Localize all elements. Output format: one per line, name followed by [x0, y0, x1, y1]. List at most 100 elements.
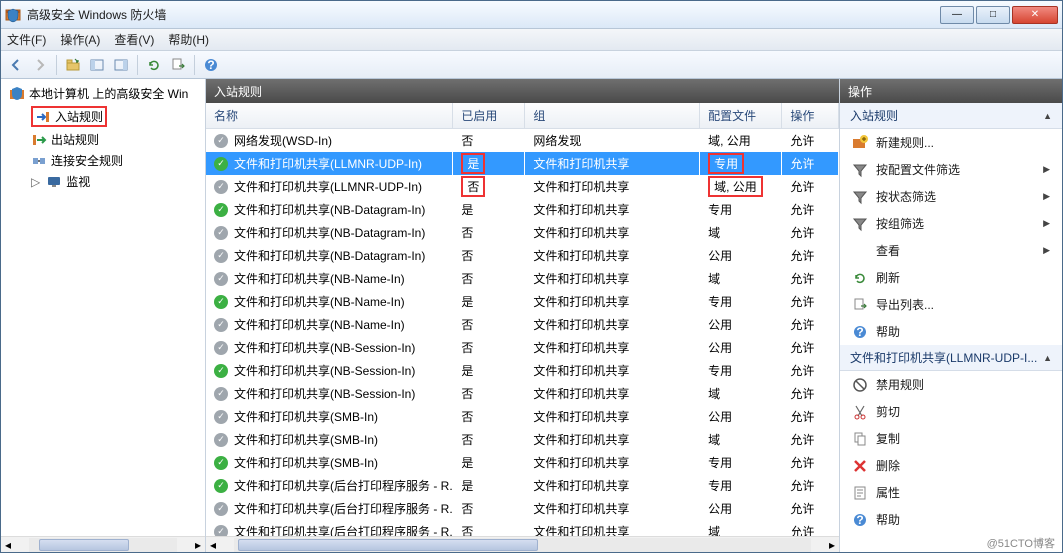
action-help[interactable]: ?帮助 [840, 318, 1062, 345]
col-profile[interactable]: 配置文件 [700, 103, 782, 129]
rule-name: 文件和打印机共享(后台打印程序服务 - R... [234, 500, 453, 517]
monitor-icon [46, 174, 62, 190]
rule-enabled: 否 [453, 175, 525, 198]
menu-action[interactable]: 操作(A) [60, 31, 100, 48]
table-row[interactable]: 文件和打印机共享(SMB-In)否文件和打印机共享域允许 [206, 428, 839, 451]
rule-action: 允许 [782, 474, 839, 497]
rule-status-icon [214, 341, 228, 355]
action-refresh[interactable]: 刷新 [840, 264, 1062, 291]
rule-name: 文件和打印机共享(后台打印程序服务 - R... [234, 477, 453, 494]
expand-icon[interactable]: ▷ [31, 175, 40, 189]
col-group[interactable]: 组 [525, 103, 700, 129]
tree-scrollbar[interactable]: ◂▸ [1, 536, 205, 552]
rule-enabled: 是 [453, 451, 525, 474]
action-export[interactable]: 导出列表... [840, 291, 1062, 318]
forward-button[interactable] [29, 54, 51, 76]
action-cut[interactable]: 剪切 [840, 398, 1062, 425]
rule-name: 文件和打印机共享(SMB-In) [234, 408, 378, 425]
rule-name: 文件和打印机共享(NB-Session-In) [234, 339, 415, 356]
table-row[interactable]: 文件和打印机共享(后台打印程序服务 - R...是文件和打印机共享专用允许 [206, 474, 839, 497]
table-row[interactable]: 文件和打印机共享(NB-Datagram-In)否文件和打印机共享域允许 [206, 221, 839, 244]
action-view[interactable]: 查看▶ [840, 237, 1062, 264]
col-name[interactable]: 名称 [206, 103, 453, 129]
tree-inbound[interactable]: 入站规则 [3, 104, 203, 129]
action-filter-state[interactable]: 按状态筛选▶ [840, 183, 1062, 210]
rule-enabled: 否 [453, 129, 525, 153]
actions-pane: 操作 入站规则▲ 新建规则... 按配置文件筛选▶ 按状态筛选▶ 按组筛选▶ 查… [840, 79, 1062, 552]
close-button[interactable]: ✕ [1012, 6, 1058, 24]
rule-group: 文件和打印机共享 [525, 221, 700, 244]
tree-monitor[interactable]: ▷ 监视 [3, 171, 203, 192]
rule-group: 文件和打印机共享 [525, 313, 700, 336]
actions-section-rule: 文件和打印机共享(LLMNR-UDP-I...▲ [840, 345, 1062, 371]
rule-name: 文件和打印机共享(后台打印程序服务 - R... [234, 523, 453, 536]
export-icon [852, 297, 868, 313]
collapse-icon[interactable]: ▲ [1043, 111, 1052, 121]
rule-status-icon [214, 249, 228, 263]
action-filter-group[interactable]: 按组筛选▶ [840, 210, 1062, 237]
rule-status-icon [214, 157, 228, 171]
table-row[interactable]: 文件和打印机共享(NB-Session-In)否文件和打印机共享域允许 [206, 382, 839, 405]
tree-pane: 本地计算机 上的高级安全 Win 入站规则 出站规则 连接安全规则 [1, 79, 206, 552]
table-row[interactable]: 文件和打印机共享(后台打印程序服务 - R...否文件和打印机共享公用允许 [206, 497, 839, 520]
rule-name: 文件和打印机共享(SMB-In) [234, 454, 378, 471]
rule-action: 允许 [782, 290, 839, 313]
table-row[interactable]: 文件和打印机共享(NB-Session-In)否文件和打印机共享公用允许 [206, 336, 839, 359]
menu-view[interactable]: 查看(V) [114, 31, 154, 48]
rule-status-icon [214, 180, 228, 194]
rule-profile: 专用 [700, 359, 782, 382]
table-row[interactable]: 文件和打印机共享(NB-Name-In)否文件和打印机共享域允许 [206, 267, 839, 290]
tree-connsec[interactable]: 连接安全规则 [3, 150, 203, 171]
table-row[interactable]: 文件和打印机共享(后台打印程序服务 - R...否文件和打印机共享域允许 [206, 520, 839, 536]
rule-enabled: 否 [453, 497, 525, 520]
svg-text:?: ? [856, 325, 863, 339]
tree-outbound[interactable]: 出站规则 [3, 129, 203, 150]
grid-scrollbar[interactable]: ◂▸ [206, 536, 839, 552]
action-props[interactable]: 属性 [840, 479, 1062, 506]
table-row[interactable]: 网络发现(WSD-In)否网络发现域, 公用允许 [206, 129, 839, 153]
menu-file[interactable]: 文件(F) [7, 31, 46, 48]
table-row[interactable]: 文件和打印机共享(NB-Session-In)是文件和打印机共享专用允许 [206, 359, 839, 382]
rule-status-icon [214, 502, 228, 516]
refresh-button[interactable] [143, 54, 165, 76]
rule-name: 文件和打印机共享(LLMNR-UDP-In) [234, 155, 422, 172]
export-button[interactable] [167, 54, 189, 76]
rule-group: 文件和打印机共享 [525, 267, 700, 290]
action-filter-profile[interactable]: 按配置文件筛选▶ [840, 156, 1062, 183]
titlebar[interactable]: 高级安全 Windows 防火墙 — □ ✕ [1, 1, 1062, 29]
table-row[interactable]: 文件和打印机共享(NB-Name-In)是文件和打印机共享专用允许 [206, 290, 839, 313]
rule-enabled: 否 [453, 520, 525, 536]
table-row[interactable]: 文件和打印机共享(LLMNR-UDP-In)否文件和打印机共享域, 公用允许 [206, 175, 839, 198]
rule-action: 允许 [782, 221, 839, 244]
help-button[interactable]: ? [200, 54, 222, 76]
up-button[interactable] [62, 54, 84, 76]
rule-name: 文件和打印机共享(NB-Name-In) [234, 293, 405, 310]
rule-profile: 专用 [700, 474, 782, 497]
table-row[interactable]: 文件和打印机共享(SMB-In)是文件和打印机共享专用允许 [206, 451, 839, 474]
show-hide-action-button[interactable] [110, 54, 132, 76]
minimize-button[interactable]: — [940, 6, 974, 24]
action-new-rule[interactable]: 新建规则... [840, 129, 1062, 156]
col-enabled[interactable]: 已启用 [453, 103, 525, 129]
action-disable[interactable]: 禁用规则 [840, 371, 1062, 398]
back-button[interactable] [5, 54, 27, 76]
show-hide-tree-button[interactable] [86, 54, 108, 76]
table-row[interactable]: 文件和打印机共享(SMB-In)否文件和打印机共享公用允许 [206, 405, 839, 428]
rule-profile: 公用 [700, 336, 782, 359]
action-help2[interactable]: ?帮助 [840, 506, 1062, 533]
rule-name: 文件和打印机共享(NB-Name-In) [234, 270, 405, 287]
table-row[interactable]: 文件和打印机共享(NB-Name-In)否文件和打印机共享公用允许 [206, 313, 839, 336]
collapse-icon[interactable]: ▲ [1043, 353, 1052, 363]
table-row[interactable]: 文件和打印机共享(NB-Datagram-In)是文件和打印机共享专用允许 [206, 198, 839, 221]
rule-status-icon [214, 134, 228, 148]
rule-action: 允许 [782, 336, 839, 359]
menu-help[interactable]: 帮助(H) [168, 31, 209, 48]
maximize-button[interactable]: □ [976, 6, 1010, 24]
table-row[interactable]: 文件和打印机共享(NB-Datagram-In)否文件和打印机共享公用允许 [206, 244, 839, 267]
tree-root[interactable]: 本地计算机 上的高级安全 Win [3, 83, 203, 104]
rule-status-icon [214, 456, 228, 470]
col-action[interactable]: 操作 [782, 103, 839, 129]
table-row[interactable]: 文件和打印机共享(LLMNR-UDP-In)是文件和打印机共享专用允许 [206, 152, 839, 175]
action-copy[interactable]: 复制 [840, 425, 1062, 452]
action-delete[interactable]: 删除 [840, 452, 1062, 479]
